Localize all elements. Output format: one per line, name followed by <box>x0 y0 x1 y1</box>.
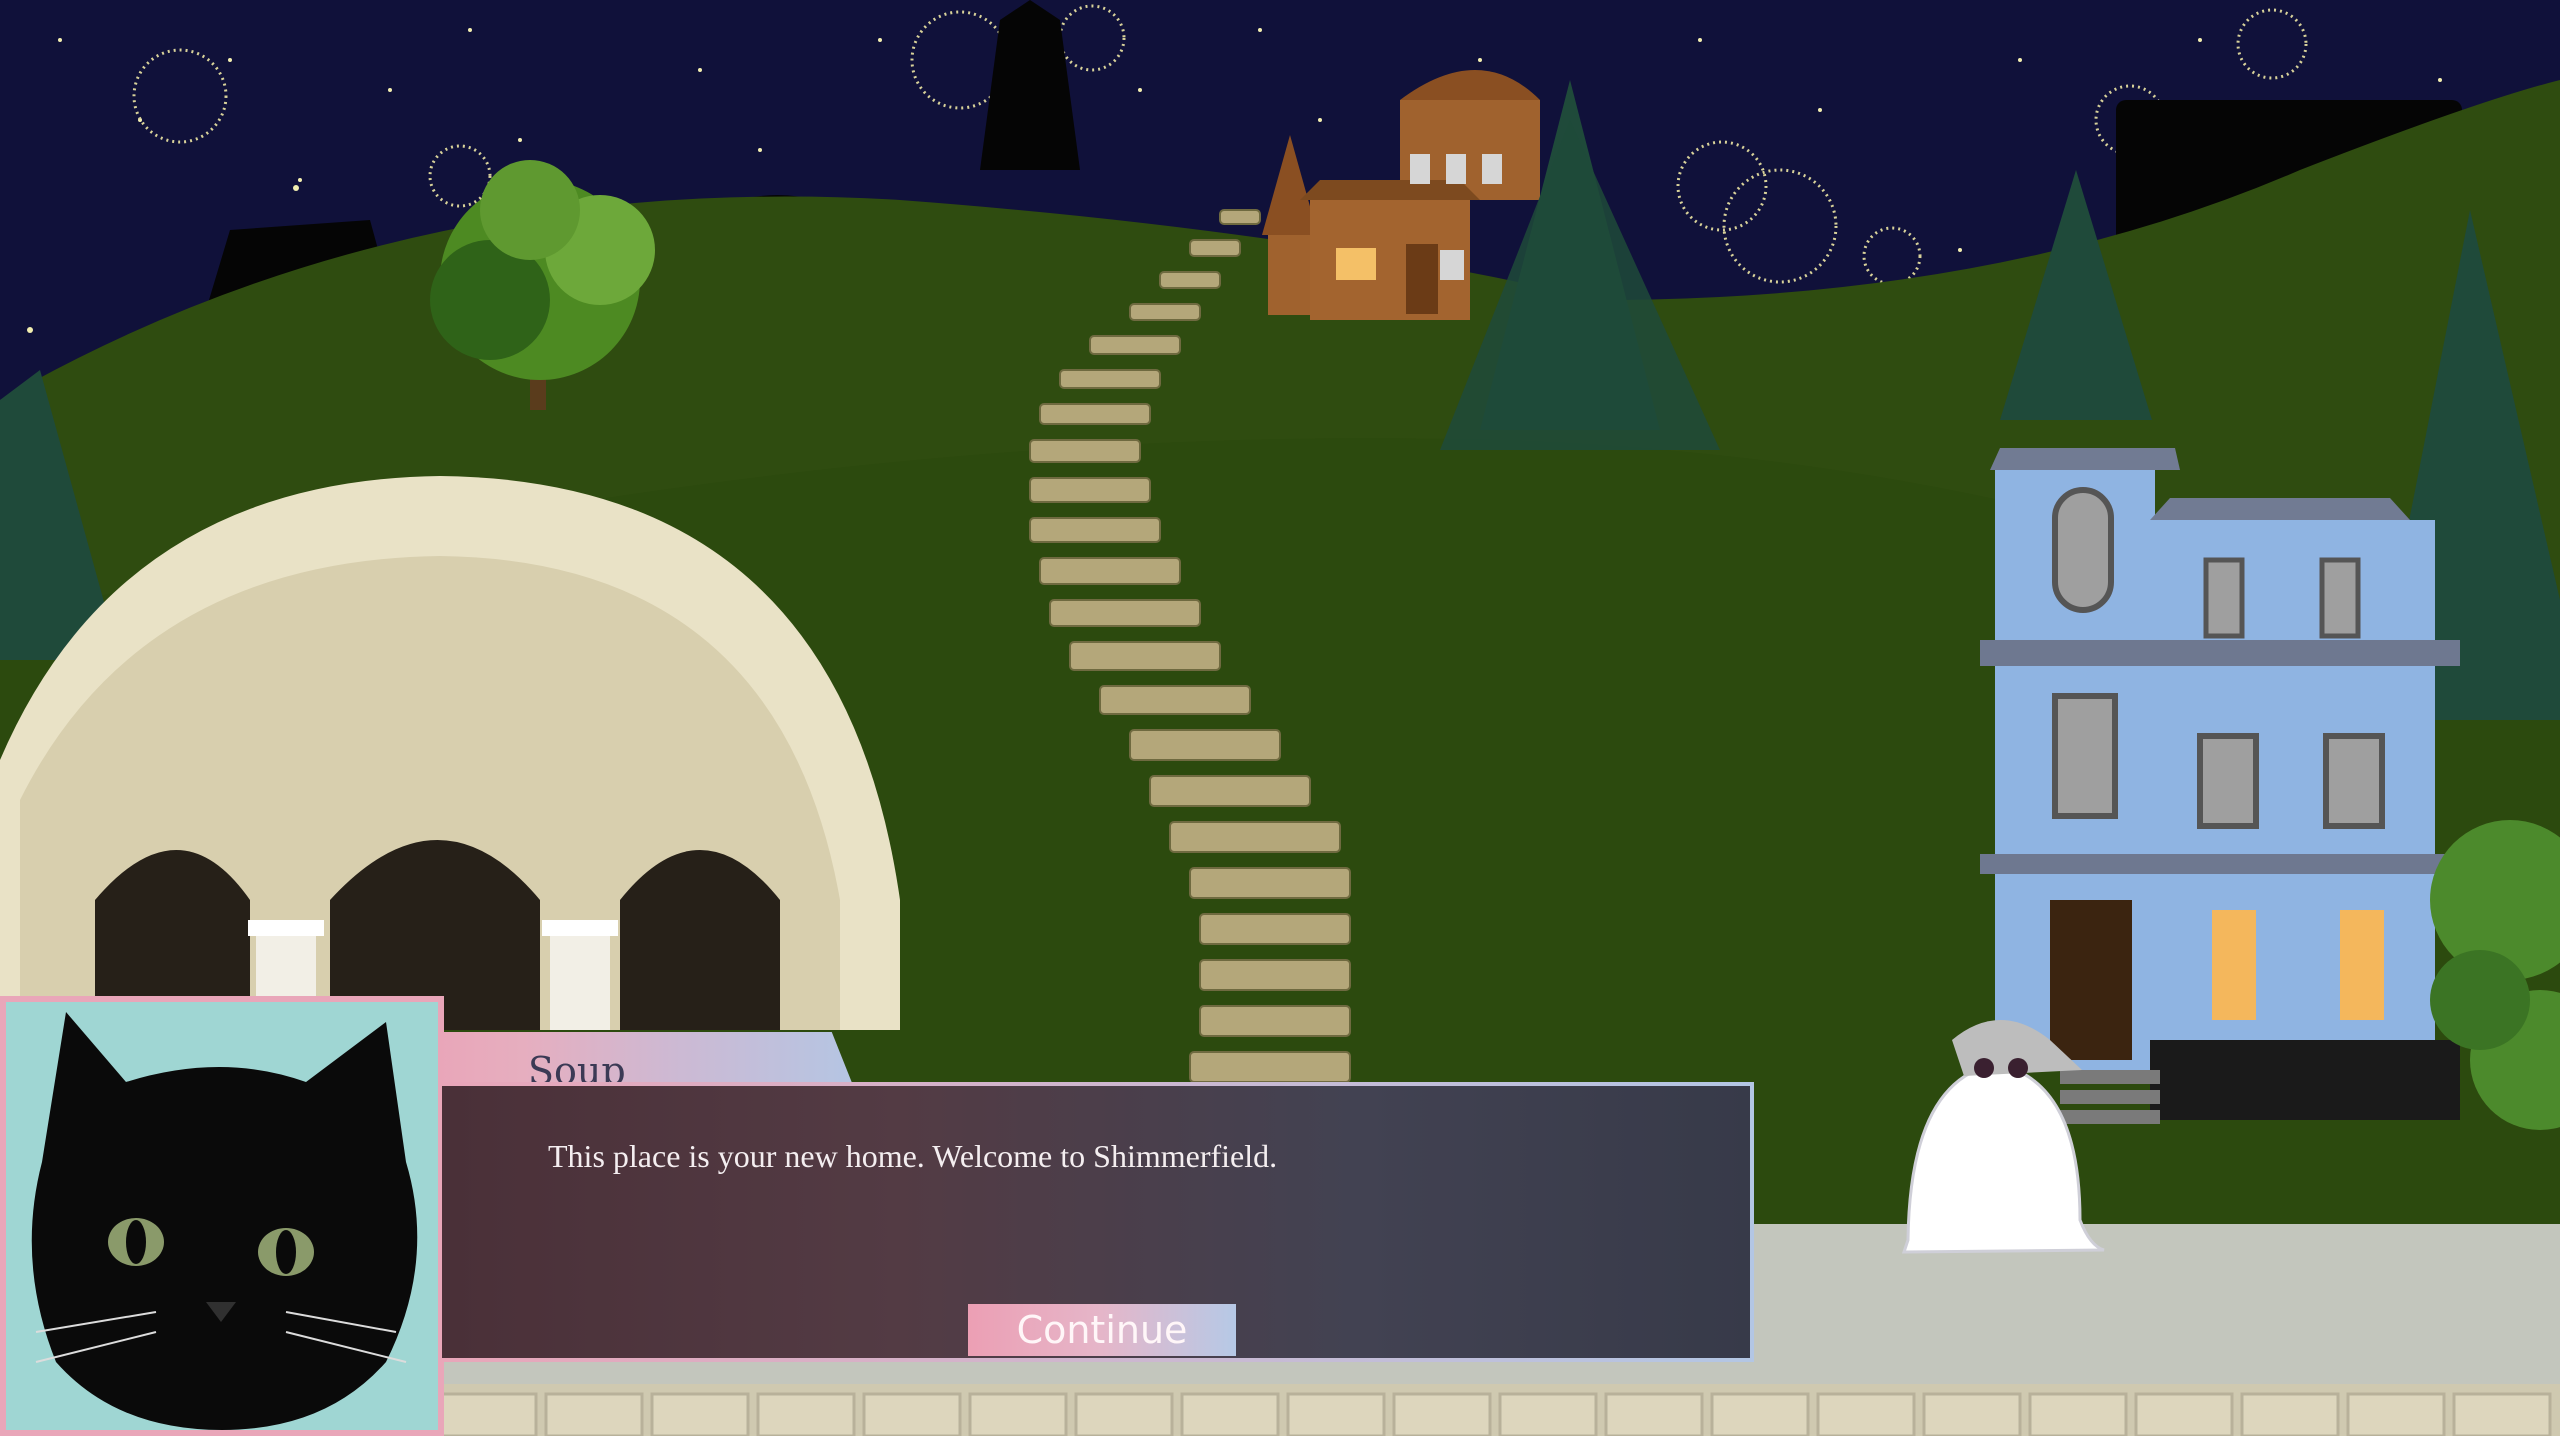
dialog-line: This place is your new home. Welcome to … <box>548 1138 1278 1174</box>
speaker-portrait <box>0 996 444 1436</box>
victorian-blue-house <box>1980 448 2460 1124</box>
continue-button[interactable]: Continue <box>968 1304 1236 1356</box>
black-cat-portrait <box>31 1012 418 1430</box>
